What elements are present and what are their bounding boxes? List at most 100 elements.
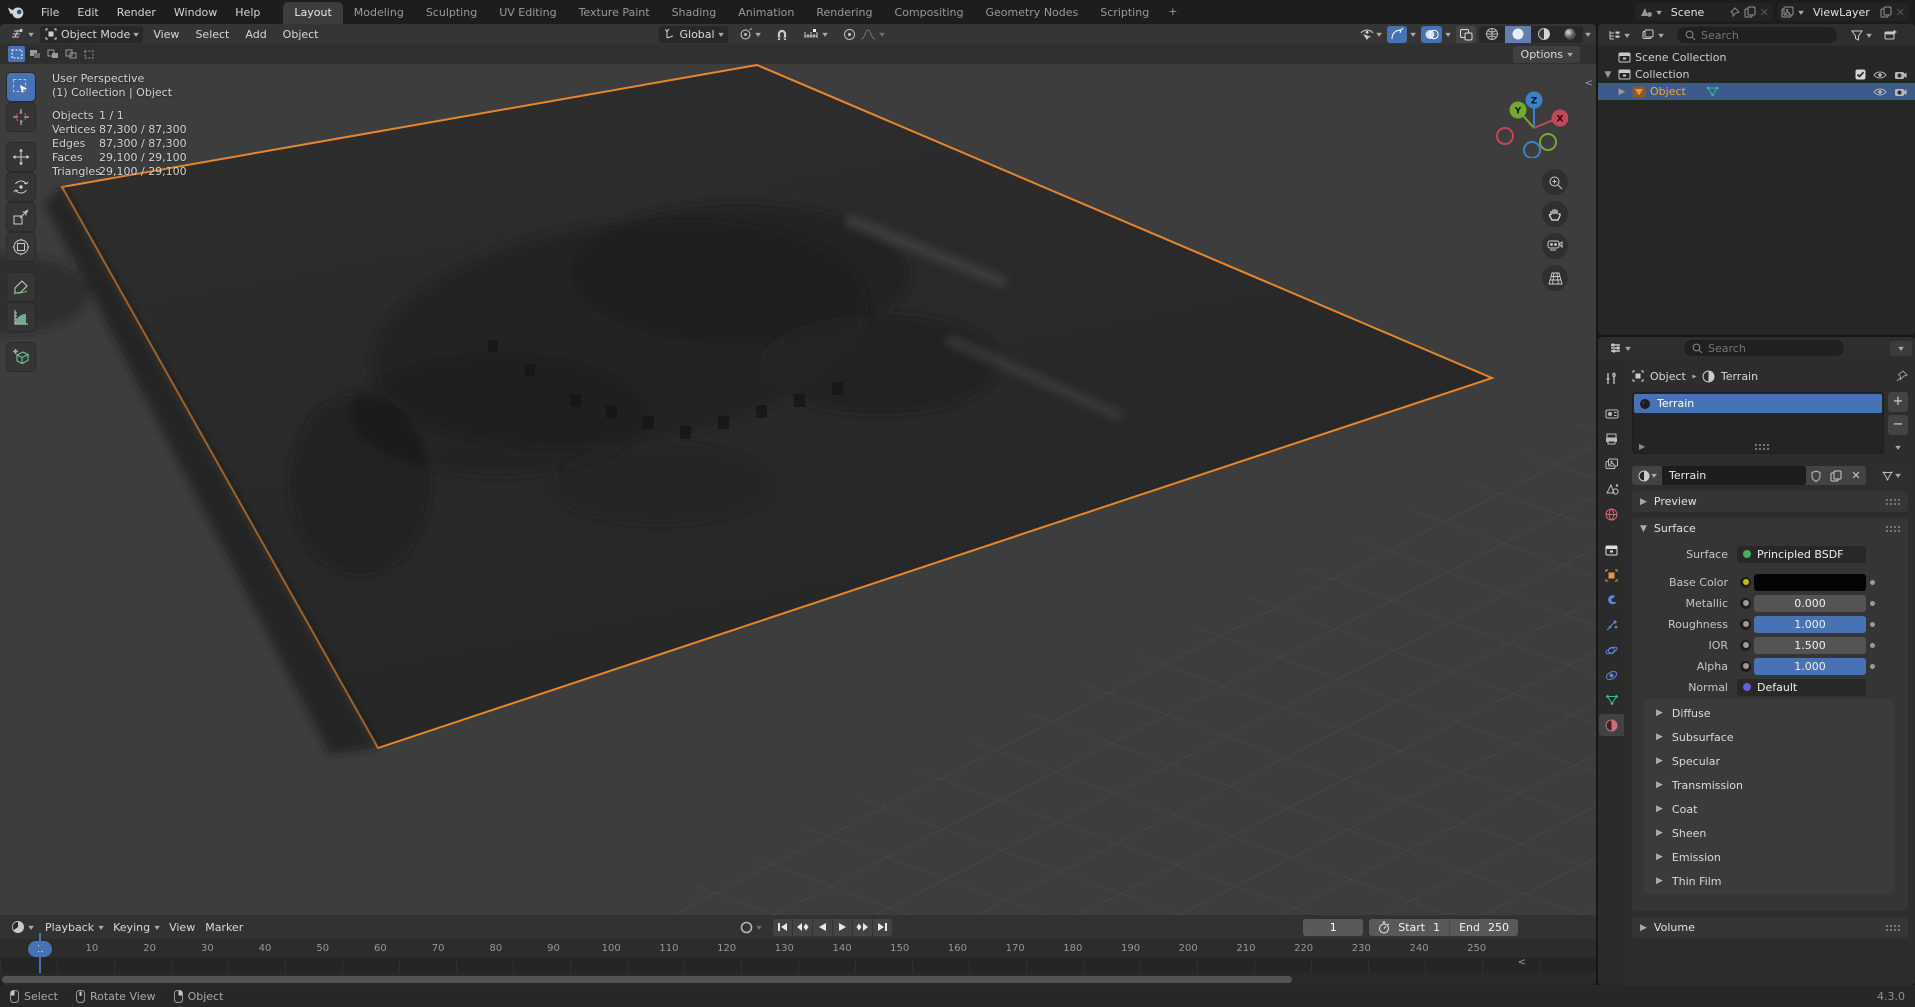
outliner-row-scene-collection[interactable]: Scene Collection xyxy=(1598,49,1915,66)
panel-grip[interactable] xyxy=(1885,525,1900,532)
animate-dot[interactable] xyxy=(1870,580,1875,585)
menu-file[interactable]: File xyxy=(32,3,68,22)
end-frame-field[interactable]: End 250 xyxy=(1449,919,1518,936)
alpha-socket[interactable] xyxy=(1737,661,1754,672)
metallic-slider[interactable]: 0.000 xyxy=(1754,595,1866,612)
next-keyframe-button[interactable] xyxy=(853,919,872,936)
snap-settings-dropdown[interactable]: ▾ xyxy=(799,27,832,42)
transform-orientation-dropdown[interactable]: Global ▾ xyxy=(659,26,728,43)
hide-eye-icon[interactable] xyxy=(1873,70,1887,80)
tab-object[interactable] xyxy=(1599,564,1624,586)
duplicate-icon[interactable] xyxy=(1744,6,1756,18)
remove-slot-button[interactable]: − xyxy=(1888,415,1908,435)
shading-rendered-button[interactable] xyxy=(1557,26,1583,43)
tab-particles[interactable] xyxy=(1599,614,1624,636)
link-material-dropdown[interactable]: ▾ xyxy=(1874,466,1908,485)
panel-grip[interactable] xyxy=(1885,498,1900,505)
gizmos-toggle[interactable] xyxy=(1387,26,1407,43)
workspace-tab-rendering[interactable]: Rendering xyxy=(805,2,883,24)
alpha-slider[interactable]: 1.000 xyxy=(1754,658,1866,675)
shading-wireframe-button[interactable] xyxy=(1479,26,1505,43)
jump-to-end-button[interactable] xyxy=(873,919,892,936)
perspective-toggle-button[interactable] xyxy=(1542,265,1568,291)
animate-dot[interactable] xyxy=(1870,664,1875,669)
tab-constraints[interactable] xyxy=(1599,664,1624,686)
disable-render-icon[interactable] xyxy=(1894,70,1907,80)
subpanel-subsurface[interactable]: ▶Subsurface xyxy=(1644,725,1894,749)
pan-button[interactable] xyxy=(1542,201,1568,227)
play-reverse-button[interactable] xyxy=(813,919,832,936)
properties-editor-type-button[interactable]: ▾ xyxy=(1604,340,1635,356)
snap-toggle[interactable] xyxy=(771,26,793,43)
pin-icon[interactable] xyxy=(1896,370,1908,382)
proportional-editing-toggle[interactable]: ▾ xyxy=(838,26,889,43)
volume-panel-header[interactable]: ▶ Volume xyxy=(1632,917,1908,938)
shading-material-button[interactable] xyxy=(1531,26,1557,43)
panel-grip[interactable] xyxy=(1885,924,1900,931)
animate-dot[interactable] xyxy=(1870,622,1875,627)
tab-physics[interactable] xyxy=(1599,639,1624,661)
add-slot-button[interactable]: + xyxy=(1888,392,1908,412)
tool-select-box[interactable] xyxy=(7,73,35,101)
overlays-dropdown[interactable]: ▾ xyxy=(1443,26,1453,43)
select-mode-box[interactable] xyxy=(26,46,43,62)
base-color-socket[interactable] xyxy=(1737,577,1754,588)
tab-modifiers[interactable] xyxy=(1599,589,1624,611)
material-name-field[interactable]: Terrain xyxy=(1662,466,1806,485)
timeline-editor-type-button[interactable]: ▾ xyxy=(6,918,38,936)
editor-type-button[interactable]: ▾ xyxy=(6,26,38,42)
viewport-menu-add[interactable]: Add xyxy=(237,25,274,44)
shading-solid-button[interactable] xyxy=(1505,26,1531,43)
pivot-point-dropdown[interactable]: ▾ xyxy=(734,26,765,43)
workspace-tab-animation[interactable]: Animation xyxy=(727,2,805,24)
tab-material[interactable] xyxy=(1599,714,1624,736)
timeline-ruler[interactable]: 1 10203040506070809010011012013014015016… xyxy=(0,939,1596,959)
tool-scale[interactable] xyxy=(7,203,35,231)
tab-collection[interactable] xyxy=(1599,539,1624,561)
viewport-menu-object[interactable]: Object xyxy=(275,25,327,44)
subpanel-emission[interactable]: ▶Emission xyxy=(1644,845,1894,869)
viewport-menu-select[interactable]: Select xyxy=(187,25,237,44)
tool-cursor[interactable] xyxy=(7,103,35,131)
workspace-tab-scripting[interactable]: Scripting xyxy=(1089,2,1160,24)
workspace-tab-texture-paint[interactable]: Texture Paint xyxy=(568,2,661,24)
gizmo-z-label[interactable]: Z xyxy=(1531,97,1538,107)
sidebar-collapse-arrow[interactable]: < xyxy=(1585,78,1593,89)
properties-options-chevron[interactable]: ▾ xyxy=(1890,341,1912,356)
animate-dot[interactable] xyxy=(1870,601,1875,606)
new-material-button[interactable] xyxy=(1826,466,1846,485)
new-collection-button[interactable] xyxy=(1879,27,1902,43)
timeline-menu-keying[interactable]: Keying▾ xyxy=(108,919,164,936)
timeline-menu-view[interactable]: View xyxy=(164,919,200,936)
ior-socket[interactable] xyxy=(1737,640,1754,651)
timeline-menu-marker[interactable]: Marker xyxy=(200,919,248,936)
tool-add-primitive[interactable] xyxy=(7,343,35,371)
roughness-socket[interactable] xyxy=(1737,619,1754,630)
gizmo-x-label[interactable]: X xyxy=(1557,115,1564,125)
timeline-menu-playback[interactable]: Playback▾ xyxy=(40,919,108,936)
tool-transform[interactable] xyxy=(7,233,35,261)
workspace-tab-shading[interactable]: Shading xyxy=(661,2,728,24)
select-mode-intersect[interactable] xyxy=(80,46,97,62)
breadcrumb-object[interactable]: Object xyxy=(1650,370,1686,383)
outliner-search[interactable]: Search xyxy=(1677,27,1837,43)
subpanel-coat[interactable]: ▶Coat xyxy=(1644,797,1894,821)
workspace-tab-compositing[interactable]: Compositing xyxy=(884,2,975,24)
viewport-menu-view[interactable]: View xyxy=(145,25,187,44)
zoom-button[interactable] xyxy=(1542,169,1568,195)
fake-user-button[interactable] xyxy=(1806,466,1826,485)
options-button[interactable]: Options ▾ xyxy=(1513,46,1580,63)
outliner-filter-button[interactable]: ▾ xyxy=(1846,28,1876,43)
workspace-tab-uv-editing[interactable]: UV Editing xyxy=(488,2,567,24)
scene-name[interactable]: Scene xyxy=(1665,6,1725,19)
timeline-collapse-arrow[interactable]: < xyxy=(1518,957,1526,968)
mode-dropdown[interactable]: Object Mode ▾ xyxy=(40,26,143,43)
properties-search[interactable]: Search xyxy=(1684,340,1844,356)
add-workspace-button[interactable]: + xyxy=(1160,1,1185,23)
metallic-socket[interactable] xyxy=(1737,598,1754,609)
base-color-swatch[interactable] xyxy=(1754,574,1866,591)
viewlayer-name[interactable]: ViewLayer xyxy=(1807,6,1876,19)
gizmo-y-label[interactable]: Y xyxy=(1514,107,1522,117)
tool-measure[interactable] xyxy=(7,303,35,331)
timeline-scrollbar[interactable] xyxy=(0,973,1596,985)
